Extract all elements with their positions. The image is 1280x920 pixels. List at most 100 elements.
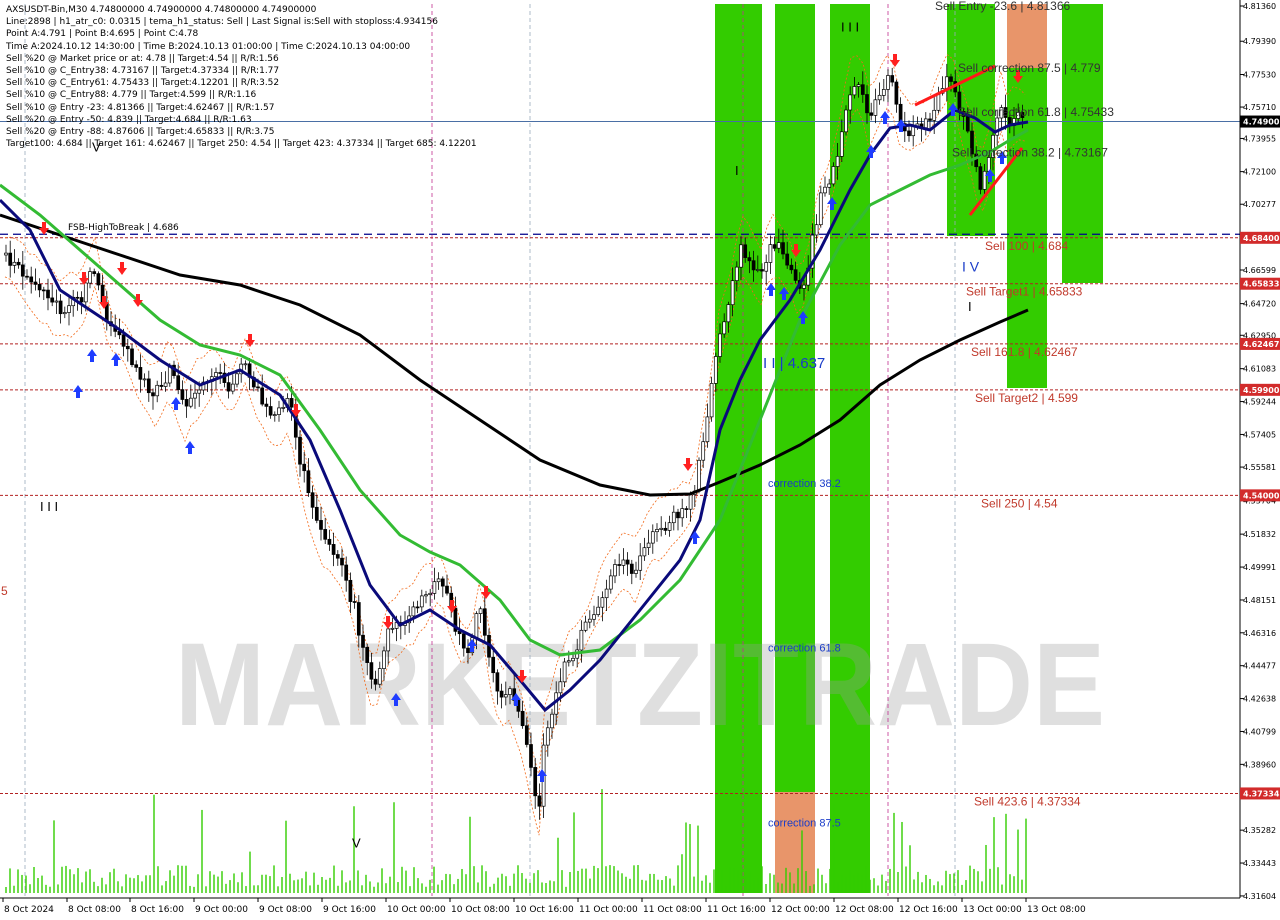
fsb-label: FSB-HighToBreak | 4.686 [68, 223, 179, 233]
sell-level-label: Sell 250 | 4.54 [981, 496, 1058, 510]
candle-body [881, 89, 886, 96]
sell-level-label: Sell 161.8 | 4.62467 [971, 345, 1078, 359]
candle-body [760, 269, 764, 272]
info-line: Time A:2024.10.12 14:30:00 | Time B:2024… [6, 41, 411, 52]
candle-body [545, 727, 550, 746]
y-tick-label: 4.59244 [1243, 398, 1276, 407]
y-tick-label: 4.35282 [1243, 826, 1276, 835]
candle-body [386, 628, 391, 652]
candle-body [562, 661, 567, 683]
candle-body [688, 494, 693, 510]
candle-body [272, 414, 277, 416]
candle-body [445, 585, 449, 594]
candle-body [314, 506, 319, 521]
y-tick-label: 4.48151 [1243, 596, 1276, 605]
candle-body [613, 564, 617, 577]
candle-body [663, 527, 668, 531]
candle-body [159, 384, 164, 387]
candle-body [331, 544, 336, 555]
candle-body [520, 710, 525, 727]
symbol-header: AXSUSDT-Bin,M30 4.74800000 4.74900000 4.… [6, 5, 317, 15]
y-tick-label: 4.55581 [1243, 463, 1276, 472]
candle-body [911, 125, 916, 137]
sell-level-label: Sell 100 | 4.684 [985, 239, 1069, 253]
candle-body [377, 668, 382, 685]
candle-body [524, 725, 529, 745]
y-tick-label: 4.77530 [1243, 71, 1276, 80]
x-tick-label: 10 Oct 16:00 [515, 905, 574, 915]
candle-body [50, 297, 55, 303]
candle-body [592, 614, 596, 620]
candle-body [571, 657, 575, 662]
candle-body [482, 608, 487, 636]
candle-body [508, 688, 512, 695]
candle-body [768, 244, 773, 263]
candle-body [25, 275, 29, 278]
candle-body [382, 650, 386, 669]
wave-label: I I | 4.637 [763, 355, 825, 372]
green-zone [715, 4, 762, 893]
candle-body [478, 608, 483, 614]
wave-label: I I I [841, 20, 859, 35]
wave-label: I V [962, 258, 980, 274]
candle-body [499, 690, 504, 698]
candle-body [415, 606, 420, 609]
candle-body [873, 99, 878, 116]
candle-body [352, 601, 357, 603]
candle-body [743, 244, 748, 258]
candle-body [877, 94, 882, 101]
watermark-text: MARKETZITRADE [175, 619, 1105, 751]
wave-label: I [735, 163, 739, 178]
candle-body [146, 378, 151, 394]
candle-body [697, 459, 701, 492]
y-tick-label: 4.61083 [1243, 365, 1276, 374]
candle-body [722, 321, 727, 335]
x-tick-label: 10 Oct 00:00 [387, 905, 446, 915]
candle-body [642, 547, 647, 557]
candle-body [625, 559, 630, 565]
candle-body [29, 276, 34, 283]
candle-body [755, 269, 760, 271]
candle-body [218, 372, 223, 374]
candle-body [67, 305, 71, 313]
correction-label: correction 38.2 [768, 478, 841, 490]
candle-body [411, 606, 416, 617]
candle-body [894, 81, 899, 105]
candle-body [75, 296, 80, 299]
y-tick-label: 4.57405 [1243, 430, 1276, 439]
y-tick-label: 4.49991 [1243, 563, 1276, 572]
price-axis: 4.81360 4.79390 4.77530 4.75710 4.73955 4.721… [1239, 0, 1280, 920]
candle-body [583, 621, 588, 631]
candle-body [125, 345, 130, 350]
wave-label: I [968, 299, 972, 314]
candle-body [802, 284, 806, 289]
candle-body [138, 367, 143, 380]
candle-body [277, 407, 281, 415]
y-tick-label: 4.66599 [1243, 266, 1276, 275]
candle-body [848, 94, 853, 111]
orange-zone [1007, 4, 1047, 68]
candle-body [537, 795, 542, 807]
candle-body [860, 84, 865, 95]
y-tick-label: 4.75710 [1243, 103, 1276, 112]
candle-body [226, 382, 231, 392]
info-line: Sell %10 @ C_Entry38: 4.73167 || Target:… [6, 65, 280, 76]
candle-body [214, 372, 218, 378]
candle-body [621, 559, 626, 566]
candle-body [491, 656, 496, 674]
candle-body [184, 399, 189, 407]
candle-body [4, 252, 8, 256]
candle-body [461, 633, 466, 649]
candle-body [92, 271, 97, 274]
candle-body [533, 767, 538, 797]
x-tick-label: 8 Oct 2024 [4, 905, 54, 915]
candle-body [852, 86, 857, 96]
candle-body [747, 257, 752, 262]
candle-body [302, 463, 307, 472]
candle-body [62, 312, 67, 315]
candle-body [827, 183, 832, 188]
candle-body [193, 392, 197, 399]
candle-body [432, 581, 437, 594]
entry-label: Sell Entry -23.6 | 4.81366 [935, 0, 1071, 13]
candle-body [12, 261, 17, 266]
